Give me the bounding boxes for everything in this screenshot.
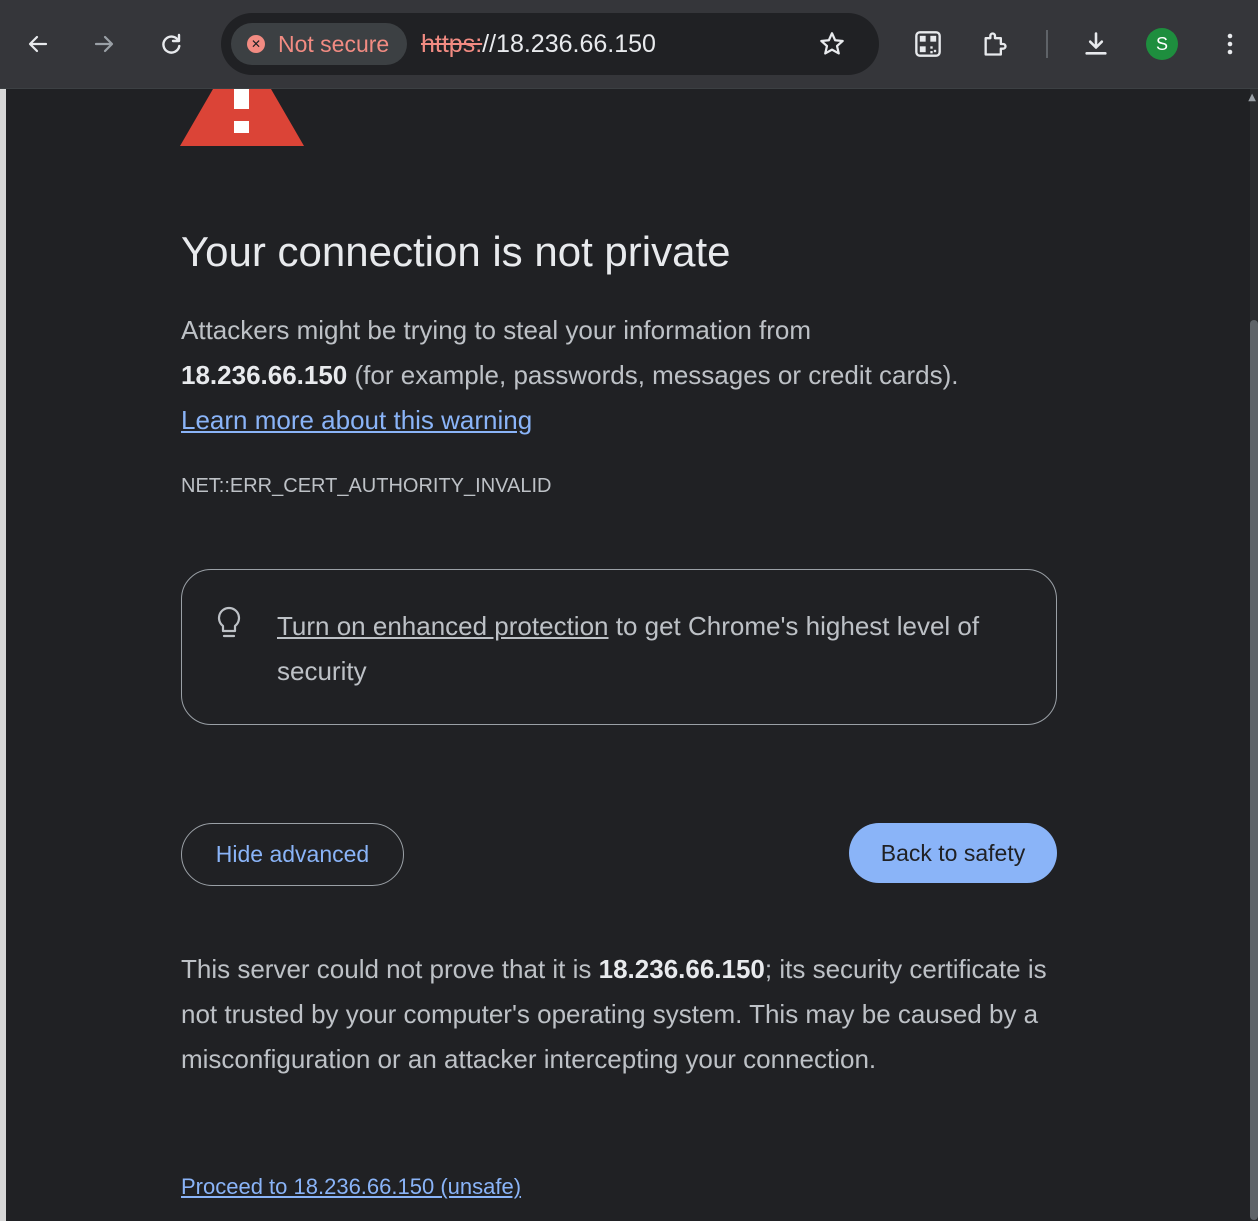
back-to-safety-button[interactable]: Back to safety: [849, 823, 1057, 883]
back-arrow-icon[interactable]: [20, 22, 56, 66]
details-paragraph: This server could not prove that it is 1…: [181, 947, 1061, 1082]
scroll-up-arrow-icon[interactable]: ▲: [1248, 92, 1256, 103]
intro-paragraph: Attackers might be trying to steal your …: [181, 308, 1061, 443]
host-name: 18.236.66.150: [181, 360, 348, 390]
details-host: 18.236.66.150: [598, 954, 765, 984]
proceed-unsafe-link[interactable]: Proceed to 18.236.66.150 (unsafe): [181, 1174, 521, 1200]
warning-circle-icon: ✕: [247, 35, 265, 53]
security-chip[interactable]: ✕ Not secure: [231, 23, 407, 65]
security-chip-label: Not secure: [278, 30, 390, 57]
error-code: NET::ERR_CERT_AUTHORITY_INVALID: [181, 475, 552, 497]
enhanced-protection-text: Turn on enhanced protection to get Chrom…: [277, 604, 1037, 694]
qr-code-icon[interactable]: [910, 22, 946, 66]
intro-text: Attackers might be trying to steal your …: [181, 315, 812, 345]
scrollbar-thumb[interactable]: [1250, 320, 1258, 1220]
download-icon[interactable]: [1078, 22, 1114, 66]
forward-arrow-icon[interactable]: [86, 22, 122, 66]
hide-advanced-button[interactable]: Hide advanced: [181, 823, 404, 886]
more-vert-icon[interactable]: [1212, 22, 1248, 66]
address-text[interactable]: https://18.236.66.150: [421, 30, 656, 59]
url-host: //18.236.66.150: [482, 30, 656, 58]
omnibox[interactable]: ✕ Not secure https://18.236.66.150: [221, 13, 879, 75]
page-title: Your connection is not private: [181, 228, 731, 275]
learn-more-link[interactable]: Learn more about this warning: [181, 405, 532, 435]
warning-triangle-icon: [180, 89, 304, 146]
window-edge: [0, 89, 6, 1221]
intro-text-rest: (for example, passwords, messages or cre…: [347, 360, 959, 390]
details-prefix: This server could not prove that it is: [181, 954, 599, 984]
browser-toolbar: ✕ Not secure https://18.236.66.150 S: [0, 0, 1258, 89]
extensions-icon[interactable]: [977, 22, 1013, 66]
enhanced-protection-box: Turn on enhanced protection to get Chrom…: [181, 569, 1057, 725]
lightbulb-icon: [217, 606, 241, 638]
enhanced-protection-link[interactable]: Turn on enhanced protection: [277, 611, 609, 641]
reload-icon[interactable]: [153, 22, 189, 66]
url-scheme: https:: [421, 30, 483, 58]
star-icon[interactable]: [815, 27, 849, 61]
profile-avatar[interactable]: S: [1146, 28, 1178, 60]
toolbar-divider: [1046, 30, 1048, 58]
